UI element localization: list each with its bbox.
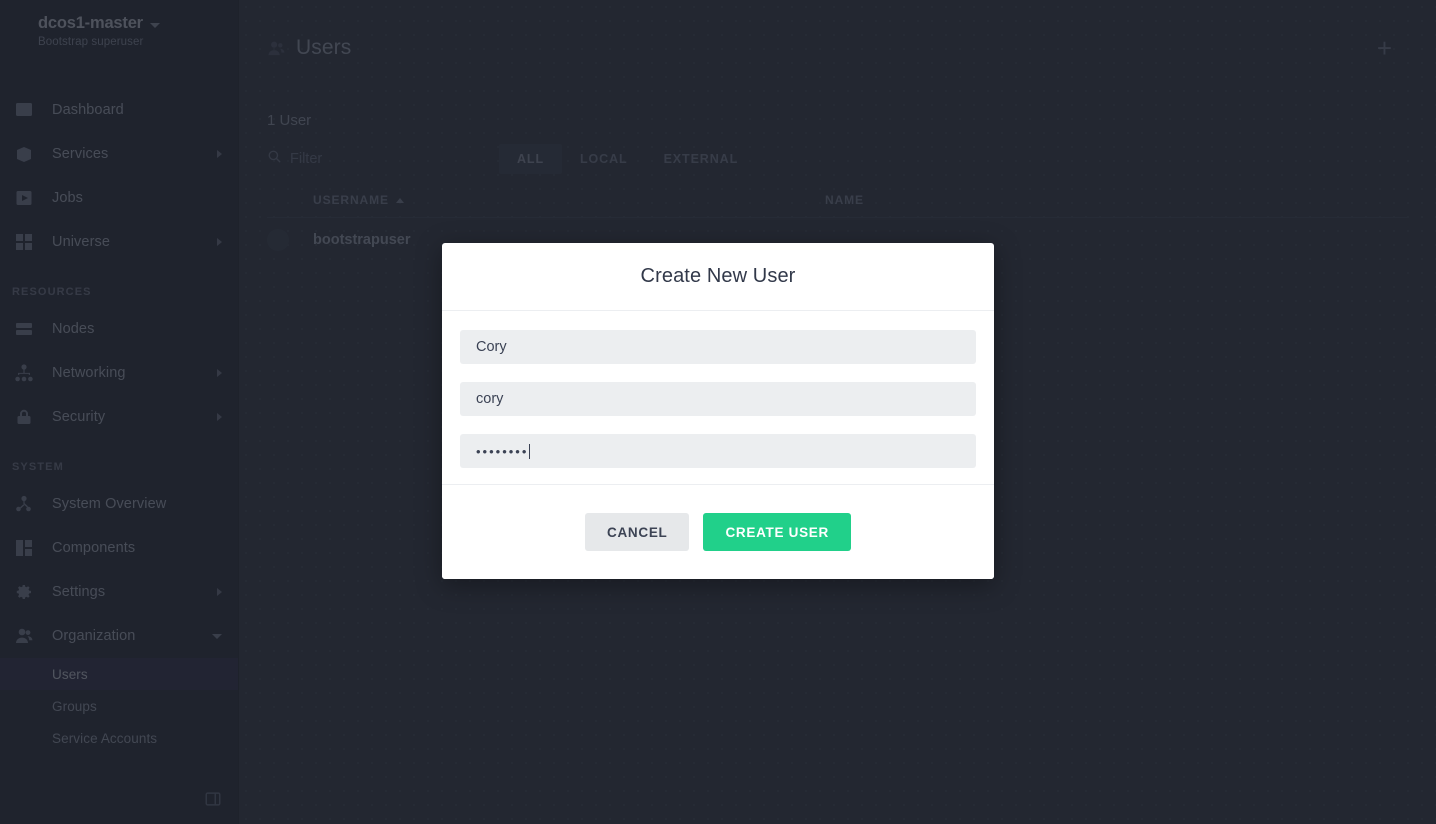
- modal-body: Cory cory ••••••••: [442, 311, 994, 485]
- username-field[interactable]: cory: [460, 382, 976, 416]
- password-masked-value: ••••••••: [476, 443, 529, 459]
- modal-title: Create New User: [640, 265, 796, 287]
- cancel-button[interactable]: CANCEL: [585, 513, 690, 551]
- app-root: dcos1-master Bootstrap superuser Dashboa…: [0, 0, 1436, 824]
- full-name-field[interactable]: Cory: [460, 330, 976, 364]
- text-caret: [529, 443, 531, 459]
- create-user-modal: Create New User Cory cory •••••••• CANCE…: [442, 243, 994, 579]
- create-user-button[interactable]: CREATE USER: [703, 513, 851, 551]
- modal-footer: CANCEL CREATE USER: [442, 485, 994, 579]
- password-field[interactable]: ••••••••: [460, 434, 976, 468]
- modal-header: Create New User: [442, 243, 994, 311]
